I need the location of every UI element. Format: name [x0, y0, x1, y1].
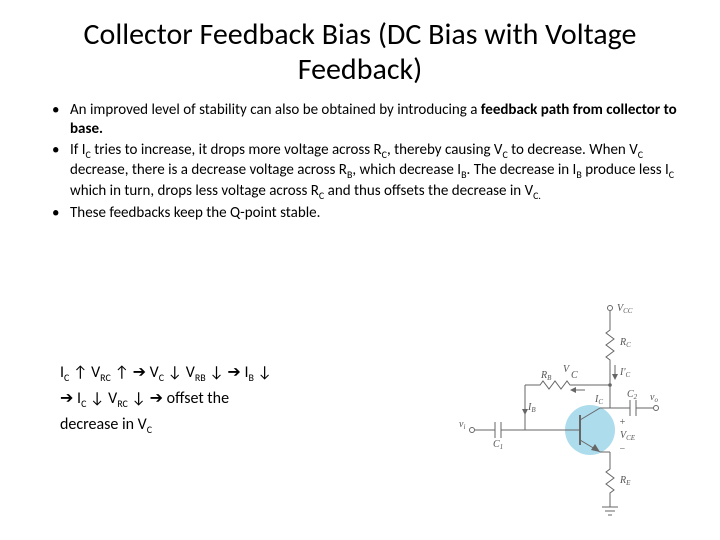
label-rc: RC	[619, 337, 631, 349]
label-ib: IB	[527, 402, 536, 414]
slide-title: Collector Feedback Bias (DC Bias with Vo…	[40, 18, 680, 87]
label-vce: VCE	[620, 430, 636, 442]
label-re: RE	[619, 475, 631, 487]
label-vc-sub: C	[571, 370, 578, 381]
bullet-2: If IC tries to increase, it drops more v…	[70, 141, 680, 203]
bullet-1: An improved level of stability can also …	[70, 101, 680, 139]
circuit-diagram: VCC RC I'C RB IB	[455, 300, 665, 520]
label-vcc: VCC	[617, 303, 633, 315]
label-rb: RB	[540, 370, 552, 382]
svg-text:+: +	[619, 417, 626, 428]
bullet-3: These feedbacks keep the Q-point stable.	[70, 204, 680, 223]
label-ic: IC	[594, 394, 603, 406]
seq-line3: decrease in VC	[60, 412, 272, 438]
label-c2: C2	[627, 389, 638, 401]
label-vo: vo	[650, 392, 658, 404]
bullet-list: An improved level of stability can also …	[40, 101, 680, 223]
label-vi: vi	[459, 419, 465, 431]
label-c1: C1	[493, 439, 503, 451]
feedback-sequence: IC ↑ VRC ↑ ➔ VC ↓ VRB ↓ ➔ IB ↓ ➔ IC ↓ VR…	[60, 360, 272, 439]
seq-line2: ➔ IC ↓ VRC ↓ ➔ offset the	[60, 386, 272, 412]
b1-text: An improved level of stability can also …	[70, 101, 481, 119]
label-vc-node: V	[563, 364, 571, 375]
seq-line1: IC ↑ VRC ↑ ➔ VC ↓ VRB ↓ ➔ IB ↓	[60, 360, 272, 386]
label-ic-prime: I'C	[619, 367, 630, 379]
svg-text:−: −	[619, 444, 626, 455]
